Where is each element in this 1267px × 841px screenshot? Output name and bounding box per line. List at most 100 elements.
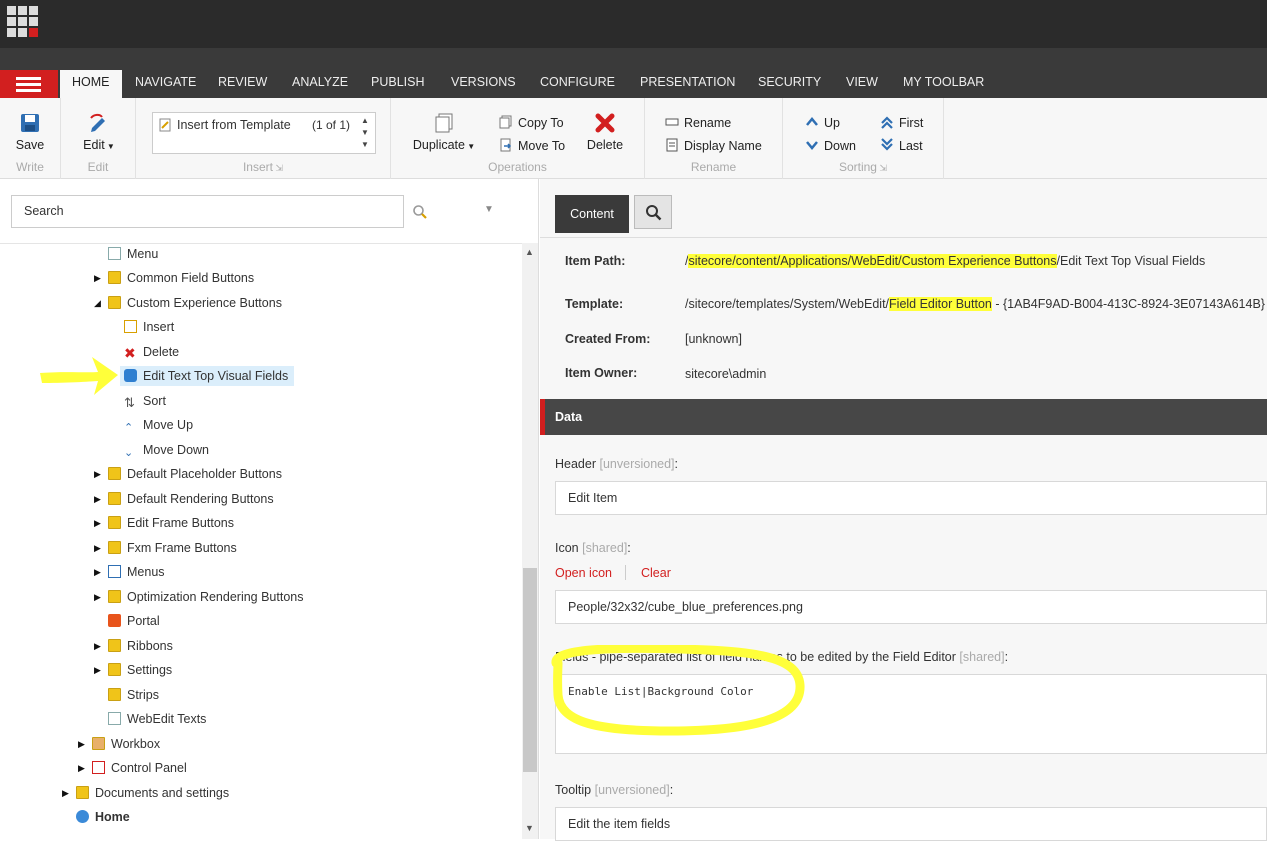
scrollbar-thumb[interactable]	[523, 568, 537, 772]
tree-node-default-rendering-buttons[interactable]: ▶ Default Rendering Buttons	[94, 489, 274, 509]
tree-node-common-field-buttons[interactable]: ▶ Common Field Buttons	[94, 268, 254, 288]
scroll-down-arrow-icon[interactable]: ▼	[525, 823, 534, 833]
tree-node-fxm-frame-buttons[interactable]: ▶ Fxm Frame Buttons	[94, 538, 237, 558]
section-data-header[interactable]: Data	[540, 399, 1267, 435]
menu-icon[interactable]	[0, 70, 58, 98]
expand-arrow-icon[interactable]: ▶	[94, 489, 104, 509]
duplicate-button[interactable]: Duplicate ▼	[411, 112, 477, 152]
fields-field-label: Fields - pipe-separated list of field na…	[555, 650, 1009, 664]
tree-node-move-up[interactable]: ⌃ Move Up	[124, 415, 193, 435]
sort-first-button[interactable]: First	[880, 115, 923, 130]
move-to-icon	[500, 138, 512, 152]
search-input[interactable]: Search	[11, 195, 404, 228]
icon-input[interactable]: People/32x32/cube_blue_preferences.png	[555, 590, 1267, 624]
sort-down-button[interactable]: Down	[805, 138, 856, 153]
expand-arrow-icon[interactable]: ▶	[94, 464, 104, 484]
tree-node-settings[interactable]: ▶ Settings	[94, 660, 172, 680]
tooltip-input[interactable]: Edit the item fields	[555, 807, 1267, 841]
quick-info: Item Path: /sitecore/content/Application…	[540, 237, 1267, 397]
expand-arrow-icon[interactable]: ▶	[78, 758, 88, 778]
tree-node-edit-frame-buttons[interactable]: ▶ Edit Frame Buttons	[94, 513, 234, 533]
expand-arrow-icon[interactable]: ▶	[94, 538, 104, 558]
expand-arrow-icon[interactable]: ▶	[94, 562, 104, 582]
group-label-insert: Insert ⇲	[242, 160, 284, 174]
tree-node-documents-and-settings[interactable]: ▶ Documents and settings	[62, 783, 229, 803]
folder-icon	[76, 786, 89, 799]
ribbon-tabs-bar: HOME NAVIGATE REVIEW ANALYZE PUBLISH VER…	[0, 48, 1267, 98]
ribbon: Save Write Edit ▼ Edit Insert from Templ…	[0, 98, 1267, 179]
expand-arrow-icon[interactable]: ▶	[94, 636, 104, 656]
tree-scrollbar[interactable]: ▲ ▼	[522, 243, 538, 839]
search-options-chevron-icon[interactable]: ▼	[484, 204, 494, 215]
tree-node-default-placeholder-buttons[interactable]: ▶ Default Placeholder Buttons	[94, 464, 282, 484]
content-tree: Menu ▶ Common Field Buttons ◢ Custom Exper…	[0, 243, 522, 839]
tree-node-optimization-rendering-buttons[interactable]: ▶ Optimization Rendering Buttons	[94, 587, 303, 607]
clear-link[interactable]: Clear	[641, 566, 671, 580]
tab-navigate[interactable]: NAVIGATE	[123, 70, 208, 98]
insert-gallery[interactable]: Insert from Template (1 of 1) ▲ ▼ ▼	[152, 112, 376, 154]
edit-label: Edit	[83, 138, 105, 152]
expand-arrow-icon[interactable]: ▶	[62, 783, 72, 803]
delete-button[interactable]: Delete	[583, 112, 627, 152]
fields-textarea[interactable]: Enable List|Background Color	[555, 674, 1267, 754]
tree-node-custom-experience-buttons[interactable]: ◢ Custom Experience Buttons	[94, 293, 282, 313]
delete-label: Delete	[586, 138, 624, 152]
copy-to-button[interactable]: Copy To	[499, 115, 564, 130]
expand-arrow-icon[interactable]: ▶	[94, 660, 104, 680]
tab-review[interactable]: REVIEW	[206, 70, 279, 98]
tree-node-strips[interactable]: Strips	[108, 685, 159, 705]
insert-from-template[interactable]: Insert from Template	[177, 118, 291, 132]
tree-node-edit-text-top-visual-fields[interactable]: Edit Text Top Visual Fields	[120, 366, 295, 386]
tree-node-move-down[interactable]: ⌄ Move Down	[124, 440, 209, 460]
tab-configure[interactable]: CONFIGURE	[528, 70, 627, 98]
tab-view[interactable]: VIEW	[834, 70, 890, 98]
tab-publish[interactable]: PUBLISH	[359, 70, 437, 98]
group-label-sorting: Sorting ⇲	[838, 160, 888, 174]
edit-button[interactable]: Edit ▼	[79, 112, 119, 152]
tab-my-toolbar[interactable]: MY TOOLBAR	[891, 70, 996, 98]
tree-node-webedit-texts[interactable]: WebEdit Texts	[108, 709, 206, 729]
display-name-button[interactable]: Display Name	[665, 138, 762, 153]
header-input[interactable]: Edit Item	[555, 481, 1267, 515]
tree-node-control-panel[interactable]: ▶ Control Panel	[78, 758, 187, 778]
search-icon[interactable]	[412, 204, 428, 220]
tree-node-insert[interactable]: Insert	[124, 317, 174, 337]
gallery-scroll-arrows[interactable]: ▲ ▼ ▼	[361, 115, 369, 151]
header-field-label: Header [unversioned]:	[555, 457, 679, 471]
open-icon-link[interactable]: Open icon	[555, 566, 612, 580]
home-globe-icon	[76, 810, 89, 823]
tab-versions[interactable]: VERSIONS	[439, 70, 528, 98]
expand-arrow-icon[interactable]: ▶	[94, 268, 104, 288]
expand-arrow-icon[interactable]: ▶	[94, 587, 104, 607]
template-icon	[159, 118, 171, 132]
launchpad-icon[interactable]	[7, 6, 41, 38]
tree-node-home[interactable]: Home	[76, 807, 130, 827]
sort-icon: ⇅	[124, 395, 135, 410]
double-chevron-up-icon	[881, 116, 893, 129]
sort-last-button[interactable]: Last	[880, 138, 923, 153]
rename-button[interactable]: Rename	[665, 115, 731, 130]
tree-node-menus[interactable]: ▶ Menus	[94, 562, 165, 582]
tab-security[interactable]: SECURITY	[746, 70, 833, 98]
tab-presentation[interactable]: PRESENTATION	[628, 70, 747, 98]
sort-up-button[interactable]: Up	[805, 115, 840, 130]
expand-arrow-icon[interactable]: ▶	[94, 513, 104, 533]
document-icon	[108, 712, 121, 725]
tree-node-menu[interactable]: Menu	[108, 244, 158, 264]
tree-node-ribbons[interactable]: ▶ Ribbons	[94, 636, 173, 656]
scroll-up-arrow-icon[interactable]: ▲	[525, 247, 534, 257]
move-to-button[interactable]: Move To	[499, 138, 565, 153]
tree-node-portal[interactable]: Portal	[108, 611, 160, 631]
tree-node-delete[interactable]: ✖ Delete	[124, 342, 179, 362]
edit-icon	[90, 113, 105, 132]
chevron-down-icon	[806, 141, 818, 150]
expand-arrow-icon[interactable]: ▶	[78, 734, 88, 754]
tree-node-sort[interactable]: ⇅ Sort	[124, 391, 166, 411]
tab-home[interactable]: HOME	[60, 70, 122, 98]
save-button[interactable]: Save	[10, 112, 50, 152]
tree-node-workbox[interactable]: ▶ Workbox	[78, 734, 160, 754]
tab-analyze[interactable]: ANALYZE	[280, 70, 360, 98]
collapse-arrow-icon[interactable]: ◢	[94, 293, 104, 313]
search-tab[interactable]	[634, 195, 672, 229]
tab-content[interactable]: Content	[555, 195, 629, 233]
